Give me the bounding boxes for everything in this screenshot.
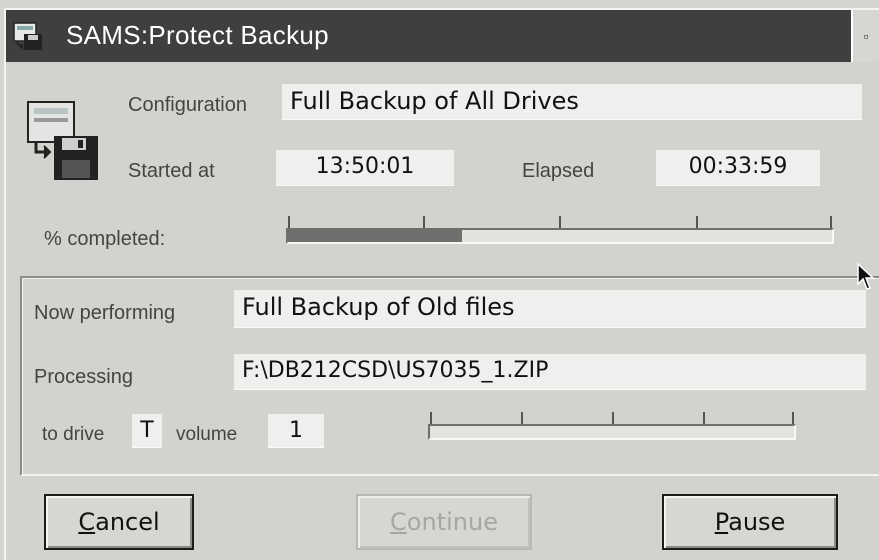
volume-label: volume [176,424,238,445]
gauge-tick [792,412,794,424]
restore-button[interactable]: ▫ [851,10,879,62]
backup-window: SAMS:Protect Backup ▫ Configuration Full… [4,8,879,560]
volume-progress-bar [428,412,796,440]
elapsed-field: 00:33:59 [656,150,820,186]
pause-mnemonic: P [714,508,729,536]
started-at-field: 13:50:01 [276,150,454,186]
now-performing-label: Now performing [34,302,176,324]
pause-label: ause [728,508,786,536]
title-bar[interactable]: SAMS:Protect Backup ▫ [6,10,879,62]
gauge-tick [288,216,290,228]
gauge-tick [830,216,832,228]
gauge-tick [423,216,425,228]
window-title: SAMS:Protect Backup [66,20,329,50]
gauge-tick [521,412,523,424]
continue-mnemonic: C [390,508,407,536]
configuration-label: Configuration [128,94,247,116]
gauge-tick [703,412,705,424]
gauge-tick [430,412,432,424]
pause-button[interactable]: Pause [662,494,838,550]
gauge-tick [559,216,561,228]
elapsed-label: Elapsed [522,160,595,182]
overall-progress-bar [286,216,834,244]
started-at-label: Started at [128,160,215,182]
to-drive-label: to drive [42,424,105,445]
volume-field: 1 [268,414,324,448]
gauge-track [428,424,796,440]
gauge-fill [288,230,463,242]
cancel-button[interactable]: Cancel [44,494,194,550]
backup-disk-icon[interactable] [12,20,44,52]
continue-button[interactable]: Continue [356,494,532,550]
gauge-tick [612,412,614,424]
configuration-field: Full Backup of All Drives [282,84,862,120]
cancel-mnemonic: C [78,508,96,536]
gauge-tick [696,216,698,228]
processing-label: Processing [34,366,133,388]
gauge-track [286,228,834,244]
drive-field: T [132,414,162,448]
continue-label: ontinue [406,508,498,536]
mouse-pointer-icon [857,262,875,290]
now-performing-field: Full Backup of Old files [234,290,866,328]
floppy-backup-icon [27,101,98,180]
cancel-label: ancel [95,508,160,536]
processing-field: F:\DB212CSD\US7035_1.ZIP [234,354,866,390]
percent-completed-label: % completed: [44,228,166,250]
